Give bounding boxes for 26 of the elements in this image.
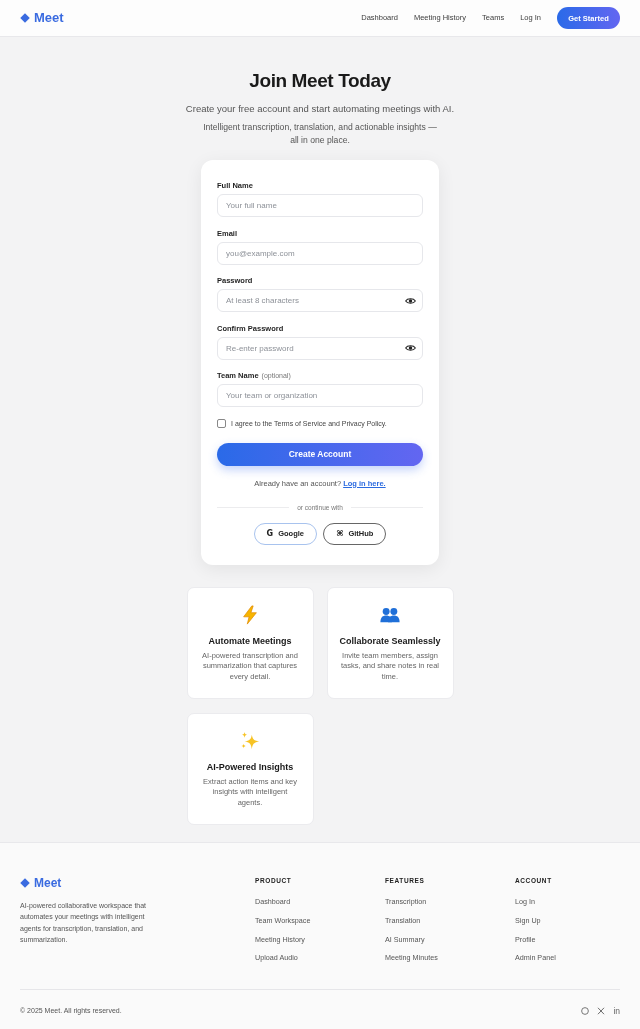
page-title: Join Meet Today (249, 69, 391, 93)
eye-icon[interactable] (405, 296, 416, 305)
logo-text[interactable]: Meet (34, 10, 64, 26)
g-letter-icon: G (266, 528, 274, 539)
lightning-icon (240, 604, 260, 625)
feature-title: Automate Meetings (208, 634, 292, 647)
feature-title: Collaborate Seamlessly (339, 634, 441, 647)
checkbox[interactable] (217, 419, 226, 428)
input-field[interactable]: you@example.com (217, 241, 423, 265)
input-field[interactable]: Re-enter password (217, 336, 423, 360)
logo-text[interactable]: Meet (34, 875, 62, 890)
linkedin-link[interactable]: in (613, 1006, 620, 1017)
diamond-logo-icon (20, 13, 30, 23)
x-icon[interactable] (597, 1007, 606, 1016)
input-field[interactable]: Your team or organization (217, 384, 423, 407)
subtitle: Create your free account and start automating meetings with AI. (185, 103, 455, 115)
input-field[interactable]: At least 8 characters (217, 289, 423, 312)
circle-icon[interactable] (581, 1007, 590, 1016)
command-key-icon: ⌘ (336, 528, 344, 539)
create-account-button[interactable]: Create Account (217, 442, 423, 466)
diamond-logo-icon (20, 877, 30, 888)
feature-title: AI-Powered Insights (206, 760, 294, 773)
input-field[interactable]: Your full name (217, 194, 423, 217)
eye-icon[interactable] (405, 344, 416, 352)
tagline: Intelligent transcription, translation, and actionable insights — all in one place. (202, 121, 438, 147)
sparkles-icon (240, 730, 260, 751)
